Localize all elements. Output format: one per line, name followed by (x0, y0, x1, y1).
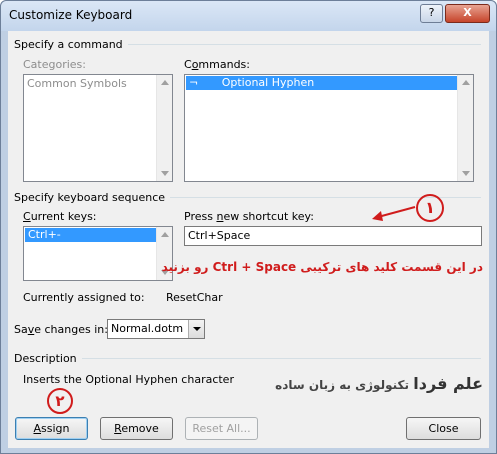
scroll-down-icon[interactable] (161, 171, 169, 176)
commands-label: Commands: (184, 58, 250, 71)
dropdown-button[interactable] (188, 320, 204, 338)
scroll-up-icon[interactable] (462, 80, 470, 85)
selected-value: Normal.dotm (111, 322, 184, 335)
scroll-down-icon[interactable] (462, 171, 470, 176)
window-close-button[interactable]: X (445, 4, 490, 23)
categories-label: Categories: (23, 58, 86, 71)
categories-list[interactable]: Common Symbols (23, 74, 173, 182)
dialog-title: Customize Keyboard (9, 8, 133, 22)
brand-name: علم فردا (413, 374, 483, 393)
reset-all-button[interactable]: Reset All... (185, 417, 258, 440)
current-keys-label: Current keys: (23, 210, 97, 223)
dialog-body: Specify a command Categories: Common Sym… (8, 31, 489, 448)
customize-keyboard-dialog: Customize Keyboard ? X Specify a command… (0, 0, 497, 454)
commands-list[interactable]: ¬ Optional Hyphen (184, 74, 474, 182)
annotation-arrow (372, 206, 416, 221)
remove-button[interactable]: Remove (100, 417, 173, 440)
instruction-text: در این قسمت کلید های ترکیبی Ctrl + Space… (161, 260, 483, 274)
help-icon: ? (428, 6, 435, 19)
scroll-up-icon[interactable] (161, 232, 169, 237)
section-title: Specify a command (14, 38, 123, 51)
description-heading: Description (14, 352, 481, 365)
help-button[interactable]: ? (420, 4, 443, 23)
brand-tagline: تکنولوژی به زبان ساده (275, 378, 409, 392)
commands-scrollbar[interactable] (457, 75, 473, 181)
assigned-to-label: Currently assigned to: (23, 291, 145, 304)
save-changes-label: Save changes in: (14, 323, 108, 336)
specify-command-heading: Specify a command (14, 38, 481, 51)
new-shortcut-input[interactable]: Ctrl+Space (184, 226, 482, 246)
close-icon: X (463, 6, 472, 19)
arrow-head (372, 211, 383, 221)
section-title: Specify keyboard sequence (14, 191, 166, 204)
step-2-marker: ۲ (47, 388, 73, 414)
description-text: Inserts the Optional Hyphen character (23, 373, 234, 386)
list-item-selected[interactable]: Ctrl+- (25, 228, 157, 242)
arrow-line (377, 206, 416, 218)
step-1-marker: ۱ (416, 194, 444, 222)
current-keys-list[interactable]: Ctrl+- (23, 226, 173, 281)
command-label: Optional Hyphen (221, 76, 315, 89)
assigned-to-value: ResetChar (166, 291, 223, 304)
new-shortcut-label: Press new shortcut key: (184, 210, 314, 223)
scroll-up-icon[interactable] (161, 80, 169, 85)
close-button[interactable]: Close (406, 417, 481, 440)
list-item-selected[interactable]: ¬ Optional Hyphen (186, 76, 458, 90)
chevron-down-icon (193, 327, 201, 331)
command-glyph: ¬ (189, 76, 199, 89)
divider (81, 358, 481, 359)
title-bar[interactable]: Customize Keyboard ? X (1, 1, 496, 31)
list-item[interactable]: Common Symbols (27, 77, 127, 90)
section-title: Description (14, 352, 77, 365)
categories-scrollbar[interactable] (156, 75, 172, 181)
save-changes-select[interactable]: Normal.dotm (107, 319, 205, 339)
assign-button[interactable]: Assign (15, 417, 88, 440)
divider (127, 44, 481, 45)
